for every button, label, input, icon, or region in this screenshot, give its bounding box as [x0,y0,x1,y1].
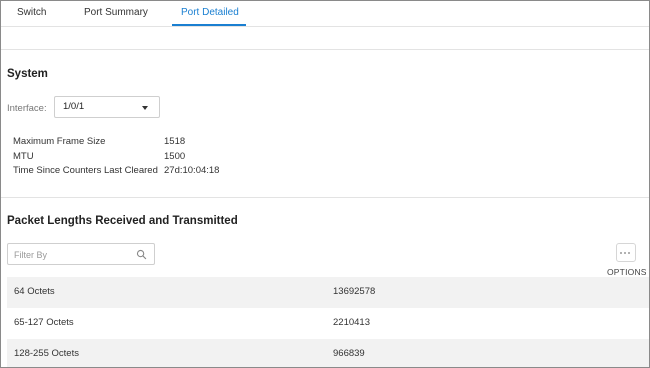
filter-box [7,243,155,265]
counters-cleared-label: Time Since Counters Last Cleared [13,165,158,176]
table-row: 65-127 Octets 2210413 [7,308,649,339]
interface-select-value: 1/0/1 [63,101,85,112]
options-button[interactable] [616,243,636,262]
tab-port-summary[interactable]: Port Summary [84,1,148,27]
row-value: 966839 [333,348,365,359]
max-frame-size-value: 1518 [164,136,186,147]
options-label[interactable]: OPTIONS [607,267,647,277]
mtu-label: MTU [13,151,34,162]
mtu-value: 1500 [164,151,186,162]
packet-lengths-title: Packet Lengths Received and Transmitted [7,215,238,227]
table-row: 128-255 Octets 966839 [7,339,649,367]
row-value: 13692578 [333,286,376,297]
more-horizontal-icon [620,252,632,254]
filter-input[interactable] [14,247,134,262]
row-label: 128-255 Octets [14,348,79,359]
search-icon[interactable] [136,249,147,260]
interface-label: Interface: [7,103,47,114]
row-value: 2210413 [333,317,370,328]
active-tab-indicator [172,24,246,26]
interface-select[interactable]: 1/0/1 [54,96,160,118]
max-frame-size-label: Maximum Frame Size [13,136,106,147]
tab-bar: Switch Port Summary Port Detailed [1,1,649,27]
row-label: 65-127 Octets [14,317,74,328]
tab-switch[interactable]: Switch [17,1,46,27]
caret-down-icon [142,106,148,110]
row-label: 64 Octets [14,286,55,297]
divider [1,197,649,198]
counters-cleared-value: 27d:10:04:18 [164,165,220,176]
system-section-title: System [7,68,48,80]
table-row: 64 Octets 13692578 [7,277,649,308]
port-detailed-panel: Switch Port Summary Port Detailed System… [0,0,650,368]
divider [1,49,649,50]
